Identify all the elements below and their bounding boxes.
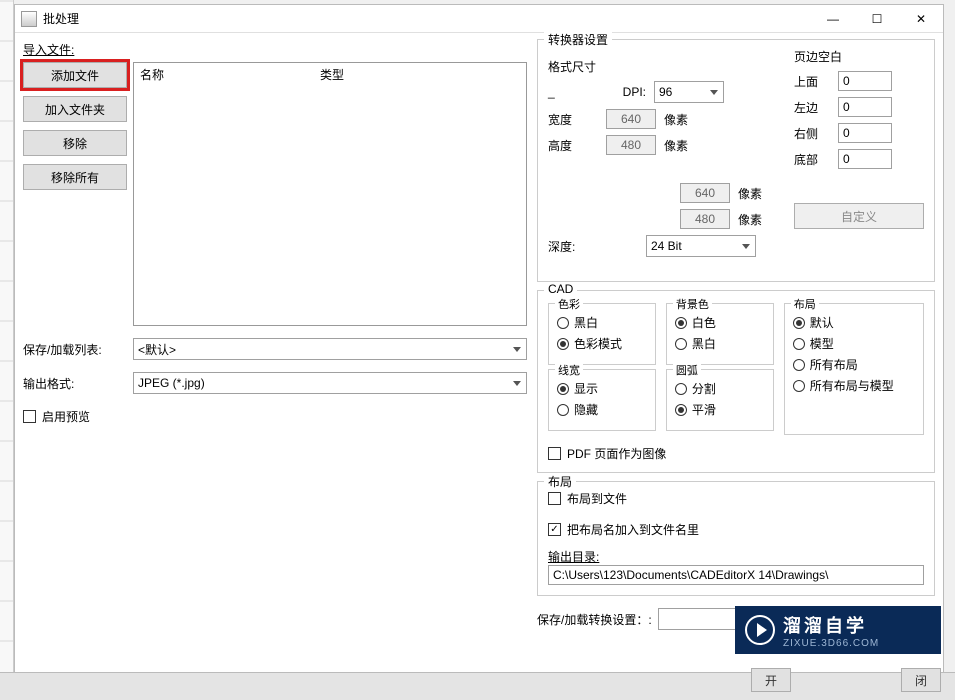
close-button[interactable]: ✕	[899, 5, 943, 33]
output-format-combo[interactable]: JPEG (*.jpg)	[133, 372, 527, 394]
checkbox-icon	[548, 447, 561, 460]
minimize-button[interactable]: —	[811, 5, 855, 33]
arc-smooth-radio[interactable]: 平滑	[675, 401, 765, 418]
layout-model-radio[interactable]: 模型	[793, 335, 915, 352]
layout-all-model-radio[interactable]: 所有布局与模型	[793, 377, 915, 394]
bg-group: 背景色 白色 黑白	[666, 303, 774, 365]
cad-group: CAD 色彩 黑白 色彩模式 线宽 显示 隐藏	[537, 290, 935, 473]
chevron-down-icon	[508, 373, 526, 393]
dpi-label: DPI:	[596, 85, 646, 99]
arc-group: 圆弧 分割 平滑	[666, 369, 774, 431]
col-type-header[interactable]: 类型	[314, 63, 350, 87]
dpi-combo[interactable]: 96	[654, 81, 724, 103]
depth-label: 深度:	[548, 238, 638, 255]
checkbox-icon: ✓	[548, 523, 561, 536]
height-label: 高度	[548, 137, 598, 154]
add-file-button[interactable]: 添加文件	[23, 62, 127, 88]
play-icon	[745, 615, 775, 645]
file-list-body[interactable]	[134, 87, 526, 325]
margin-right-field[interactable]: 0	[838, 123, 892, 143]
chevron-down-icon	[508, 339, 526, 359]
depth-combo[interactable]: 24 Bit	[646, 235, 756, 257]
format-size-group: 格式尺寸 _ DPI: 96 宽度 64	[548, 52, 770, 271]
output-format-label: 输出格式:	[23, 375, 133, 392]
cad-legend: CAD	[544, 282, 577, 296]
import-files-label: 导入文件:	[23, 41, 527, 58]
maximize-button[interactable]: ☐	[855, 5, 899, 33]
margin-top-field[interactable]: 0	[838, 71, 892, 91]
output-dir-label: 输出目录:	[548, 548, 924, 565]
chevron-down-icon	[705, 82, 723, 102]
width-label: 宽度	[548, 111, 598, 128]
titlebar: 批处理 — ☐ ✕	[15, 5, 943, 33]
extra-h-field[interactable]: 480	[680, 209, 730, 229]
width-field[interactable]: 640	[606, 109, 656, 129]
save-conv-label: 保存/加载转换设置：:	[537, 611, 652, 628]
batch-window: 批处理 — ☐ ✕ 导入文件: 添加文件 加入文件夹 移除 移除所有 名称 类型	[14, 4, 944, 694]
color-bw-radio[interactable]: 黑白	[557, 314, 647, 331]
remove-all-button[interactable]: 移除所有	[23, 164, 127, 190]
chevron-down-icon	[737, 236, 755, 256]
margin-left-field[interactable]: 0	[838, 97, 892, 117]
add-folder-button[interactable]: 加入文件夹	[23, 96, 127, 122]
extra-w-field[interactable]: 640	[680, 183, 730, 203]
custom-button: 自定义	[794, 203, 924, 229]
arc-split-radio[interactable]: 分割	[675, 380, 765, 397]
close-button-bottom[interactable]: 闭	[901, 668, 941, 692]
bg-bw-radio[interactable]: 黑白	[675, 335, 765, 352]
layout-output-group: 布局 布局到文件 ✓ 把布局名加入到文件名里 输出目录: C:\Users\12…	[537, 481, 935, 596]
margins-legend: 页边空白	[794, 48, 924, 65]
enable-preview-checkbox[interactable]: 启用预览	[23, 408, 527, 425]
remove-button[interactable]: 移除	[23, 130, 127, 156]
lw-hide-radio[interactable]: 隐藏	[557, 401, 647, 418]
layout-all-radio[interactable]: 所有布局	[793, 356, 915, 373]
checkbox-icon	[23, 410, 36, 423]
color-group: 色彩 黑白 色彩模式	[548, 303, 656, 365]
lineweight-group: 线宽 显示 隐藏	[548, 369, 656, 431]
checkbox-icon	[548, 492, 561, 505]
output-dir-field[interactable]: C:\Users\123\Documents\CADEditorX 14\Dra…	[548, 565, 924, 585]
append-layout-name-checkbox[interactable]: ✓ 把布局名加入到文件名里	[548, 521, 924, 538]
watermark: 溜溜自学 ZIXUE.3D66.COM	[735, 606, 941, 654]
pdf-as-image-checkbox[interactable]: PDF 页面作为图像	[548, 445, 924, 462]
layout-group: 布局 默认 模型 所有布局 所有布局与模型	[784, 303, 924, 435]
col-name-header[interactable]: 名称	[134, 63, 314, 87]
lw-show-radio[interactable]: 显示	[557, 380, 647, 397]
margin-bottom-field[interactable]: 0	[838, 149, 892, 169]
converter-legend: 转换器设置	[544, 31, 612, 48]
bg-white-radio[interactable]: 白色	[675, 314, 765, 331]
converter-group: 转换器设置 格式尺寸 _ DPI: 96	[537, 39, 935, 282]
layouts-to-files-checkbox[interactable]: 布局到文件	[548, 490, 924, 507]
width-unit: 像素	[664, 111, 688, 128]
window-title: 批处理	[43, 10, 811, 27]
height-unit: 像素	[664, 137, 688, 154]
app-icon	[21, 11, 37, 27]
open-button[interactable]: 开	[751, 668, 791, 692]
save-list-label: 保存/加载列表:	[23, 341, 133, 358]
save-list-combo[interactable]: <默认>	[133, 338, 527, 360]
height-field[interactable]: 480	[606, 135, 656, 155]
layout-default-radio[interactable]: 默认	[793, 314, 915, 331]
color-mode-radio[interactable]: 色彩模式	[557, 335, 647, 352]
file-list[interactable]: 名称 类型	[133, 62, 527, 326]
format-size-legend: 格式尺寸	[548, 58, 762, 75]
